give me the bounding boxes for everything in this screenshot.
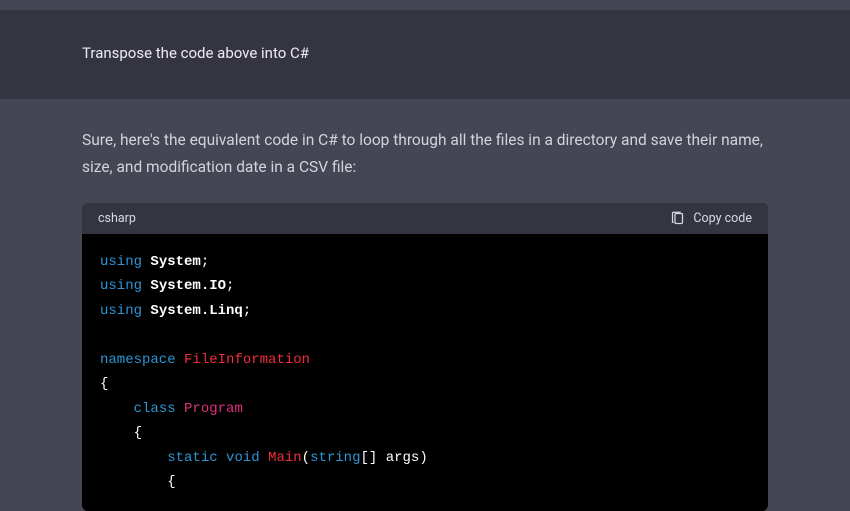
code-token-system: System — [150, 254, 200, 270]
code-token-brackets: [] — [361, 450, 378, 466]
clipboard-icon — [670, 211, 685, 226]
code-content: using System; using System.IO; using Sys… — [82, 234, 768, 511]
code-token-namespace-name: FileInformation — [184, 352, 310, 368]
code-block: csharp Copy code using System; using Sys… — [82, 203, 768, 511]
copy-code-label: Copy code — [693, 211, 752, 226]
code-token-lparen: ( — [302, 450, 310, 466]
code-token-namespace: namespace — [100, 352, 176, 368]
code-token-system-io: System.IO — [150, 278, 226, 294]
code-language-label: csharp — [98, 211, 136, 226]
user-message-row: Transpose the code above into C# — [0, 10, 850, 99]
code-token-args: args — [386, 450, 420, 466]
code-token-lbrace: { — [167, 474, 175, 490]
code-token-method: Main — [268, 450, 302, 466]
code-token-using: using — [100, 303, 142, 319]
code-token-lbrace: { — [100, 376, 108, 392]
code-token-static: static — [167, 450, 217, 466]
code-token-class: class — [134, 401, 176, 417]
code-token-using: using — [100, 254, 142, 270]
code-token-using: using — [100, 278, 142, 294]
assistant-message-row: Sure, here's the equivalent code in C# t… — [0, 99, 850, 511]
assistant-intro-text: Sure, here's the equivalent code in C# t… — [82, 127, 768, 181]
code-token-class-name: Program — [184, 401, 243, 417]
code-token-system-linq: System.Linq — [150, 303, 242, 319]
code-token-rparen: ) — [419, 450, 427, 466]
user-message-text: Transpose the code above into C# — [82, 42, 768, 65]
previous-message-edge — [0, 0, 850, 10]
code-token-lbrace: { — [134, 425, 142, 441]
code-token-string: string — [310, 450, 360, 466]
code-block-header: csharp Copy code — [82, 203, 768, 234]
code-token-void: void — [226, 450, 260, 466]
copy-code-button[interactable]: Copy code — [670, 211, 752, 226]
